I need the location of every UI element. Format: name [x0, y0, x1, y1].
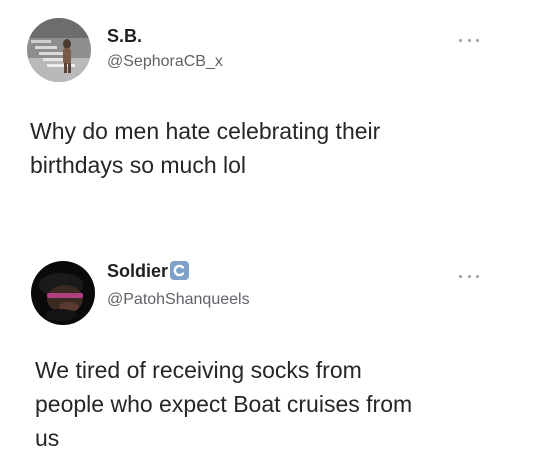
- avatar-photo: [27, 18, 91, 82]
- tweet-text-line: us: [35, 425, 60, 451]
- tweet-reply[interactable]: Soldier @PatohShanqueels We tired of rec…: [0, 244, 540, 468]
- more-options-icon[interactable]: [459, 271, 479, 281]
- author-name[interactable]: S.B.: [107, 25, 142, 47]
- author-name[interactable]: Soldier: [107, 260, 190, 282]
- author-handle[interactable]: @SephoraCB_x: [107, 52, 223, 72]
- tweet-text: We tired of receiving socks from people …: [35, 353, 515, 455]
- tweet-text-line: people who expect Boat cruises from: [35, 391, 413, 417]
- verified-badge-icon[interactable]: [170, 261, 190, 280]
- tweet-text-line: We tired of receiving socks from: [35, 357, 362, 383]
- avatar-soldier[interactable]: [31, 261, 95, 325]
- tweet-text-line: birthdays so much lol: [30, 152, 247, 178]
- tweet-text-line: Why do men hate celebrating their: [30, 118, 381, 144]
- author-name-text[interactable]: Soldier: [107, 261, 168, 281]
- avatar-photo: [31, 261, 95, 325]
- more-options-icon[interactable]: [459, 35, 479, 45]
- avatar-sb[interactable]: [27, 18, 91, 82]
- author-handle[interactable]: @PatohShanqueels: [107, 290, 250, 310]
- tweet-original[interactable]: S.B. @SephoraCB_x Why do men hate celebr…: [0, 0, 540, 212]
- tweet-text: Why do men hate celebrating their birthd…: [30, 114, 510, 182]
